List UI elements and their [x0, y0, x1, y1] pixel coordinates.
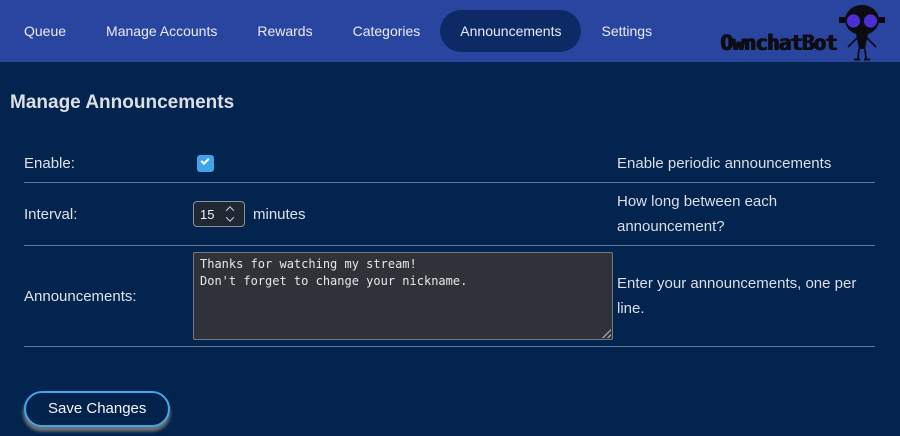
interval-unit-label: minutes: [253, 206, 306, 223]
interval-help-text: How long between each announcement?: [617, 183, 875, 246]
announcements-row: Announcements: Thanks for watching my st…: [24, 246, 875, 347]
enable-checkbox[interactable]: [197, 155, 214, 172]
tab-rewards[interactable]: Rewards: [237, 10, 332, 52]
page-title: Manage Announcements: [10, 92, 890, 114]
number-spinner[interactable]: [222, 202, 238, 226]
interval-row: Interval: minutes How long between each …: [24, 183, 875, 246]
interval-input[interactable]: [194, 207, 222, 222]
robot-mascot-icon: [838, 4, 886, 62]
enable-label: Enable:: [24, 145, 193, 183]
tab-manage-accounts[interactable]: Manage Accounts: [86, 10, 237, 52]
enable-row: Enable: Enable periodic announcements: [24, 145, 875, 183]
announcements-help-text: Enter your announcements, one per line.: [617, 246, 875, 347]
save-changes-button[interactable]: Save Changes: [24, 391, 170, 427]
main-content: Manage Announcements Enable: Enable peri…: [0, 62, 900, 427]
spinner-down-icon[interactable]: [226, 213, 234, 221]
interval-input-box: [193, 201, 245, 227]
announcements-form: Enable: Enable periodic announcements In…: [24, 145, 875, 347]
tab-settings[interactable]: Settings: [581, 10, 672, 52]
checkmark-icon: [200, 156, 209, 165]
tab-categories[interactable]: Categories: [333, 10, 441, 52]
brand-name: OwnchatBot: [721, 31, 837, 55]
tab-queue[interactable]: Queue: [4, 10, 86, 52]
announcements-label: Announcements:: [24, 246, 193, 347]
enable-help-text: Enable periodic announcements: [617, 145, 875, 183]
interval-label: Interval:: [24, 183, 193, 246]
tab-announcements[interactable]: Announcements: [440, 10, 581, 52]
top-navbar: Queue Manage Accounts Rewards Categories…: [0, 0, 900, 62]
announcements-textarea[interactable]: Thanks for watching my stream! Don't for…: [193, 252, 613, 340]
brand-logo: OwnchatBot: [721, 0, 886, 62]
